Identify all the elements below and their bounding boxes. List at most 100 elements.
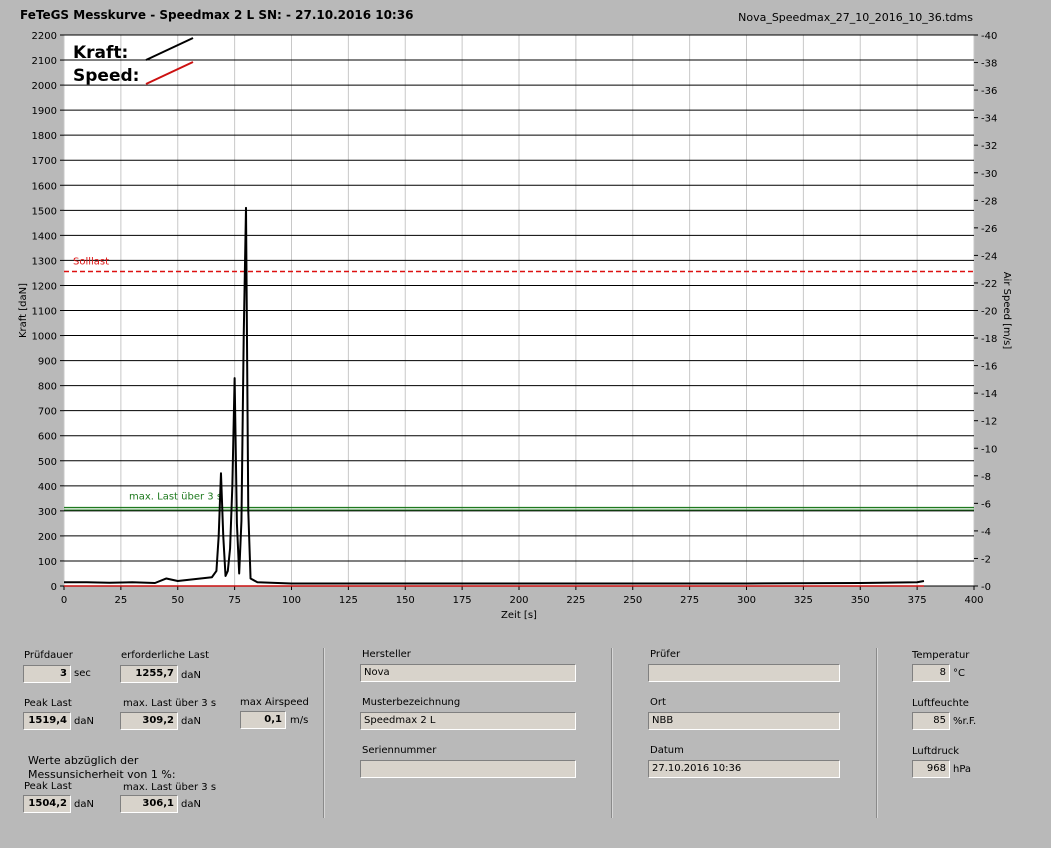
y-tick-label: 500	[38, 457, 57, 468]
y2-tick-label: -20	[981, 307, 997, 318]
y-tick-label: 400	[38, 482, 57, 493]
luftdruck-field: 968	[912, 760, 950, 778]
max-airspeed-field: 0,1	[240, 711, 286, 729]
y-tick-label: 100	[38, 557, 57, 568]
y-tick-label: 1700	[32, 156, 57, 167]
hersteller-field[interactable]: Nova	[360, 664, 576, 682]
luftdruck-label: Luftdruck	[912, 746, 960, 757]
peak-last-label: Peak Last	[24, 698, 72, 709]
peak-last-corr-unit: daN	[74, 799, 94, 810]
y-tick-label: 800	[38, 382, 57, 393]
y2-tick-label: -32	[981, 141, 997, 152]
x-tick-label: 325	[794, 595, 813, 606]
max-last-corr-unit: daN	[181, 799, 201, 810]
x-tick-label: 25	[115, 595, 128, 606]
y-tick-label: 1100	[32, 307, 57, 318]
separator	[323, 648, 324, 818]
y2-tick-label: -6	[981, 499, 991, 510]
luftfeuchte-field: 85	[912, 712, 950, 730]
y-tick-label: 0	[51, 582, 57, 593]
y-tick-label: 900	[38, 357, 57, 368]
erforderliche-last-unit: daN	[181, 670, 201, 681]
max-last-corr-label: max. Last über 3 s	[123, 782, 217, 793]
x-tick-label: 75	[228, 595, 241, 606]
legend-kraft-label: Kraft:	[73, 43, 128, 63]
temperatur-field: 8	[912, 664, 950, 682]
y2-tick-label: -28	[981, 196, 997, 207]
y2-tick-label: -16	[981, 362, 997, 373]
y2-tick-label: -26	[981, 224, 997, 235]
hersteller-label: Hersteller	[362, 649, 411, 660]
x-tick-label: 50	[171, 595, 184, 606]
werte-note-line1: Werte abzüglich der	[28, 754, 139, 767]
pruefdauer-unit: sec	[74, 668, 91, 679]
y-tick-label: 1800	[32, 131, 57, 142]
y2-tick-label: -12	[981, 417, 997, 428]
luftfeuchte-unit: %r.F.	[953, 716, 977, 727]
x-tick-label: 250	[623, 595, 642, 606]
max-airspeed-unit: m/s	[290, 715, 309, 726]
x-tick-label: 125	[339, 595, 358, 606]
musterbezeichnung-field[interactable]: Speedmax 2 L	[360, 712, 576, 730]
y-tick-label: 300	[38, 507, 57, 518]
separator	[611, 648, 612, 818]
x-axis-label: Zeit [s]	[501, 610, 537, 621]
max-airspeed-label: max Airspeed	[240, 697, 309, 708]
y2-tick-label: -30	[981, 169, 997, 180]
y2-tick-label: -2	[981, 554, 991, 565]
y-tick-label: 1000	[32, 332, 57, 343]
separator	[876, 648, 877, 818]
y2-tick-label: -22	[981, 279, 997, 290]
werte-note-line2: Messunsicherheit von 1 %:	[28, 768, 176, 781]
max-last-line-label: max. Last über 3 s	[129, 492, 222, 503]
y-tick-label: 1600	[32, 181, 57, 192]
y2-tick-label: -14	[981, 389, 997, 400]
pruefdauer-label: Prüfdauer	[24, 650, 73, 661]
y2-tick-label: -38	[981, 59, 997, 70]
solllast-label: Solllast	[73, 257, 109, 268]
datum-label: Datum	[650, 745, 684, 756]
pruefer-field[interactable]	[648, 664, 840, 682]
pruefer-label: Prüfer	[650, 649, 681, 660]
luftdruck-unit: hPa	[953, 764, 972, 775]
y2-tick-label: -40	[981, 31, 997, 42]
x-tick-label: 275	[680, 595, 699, 606]
y2-tick-label: -10	[981, 444, 997, 455]
temperatur-label: Temperatur	[912, 650, 970, 661]
y-tick-label: 1200	[32, 281, 57, 292]
y2-tick-label: -36	[981, 86, 997, 97]
y2-tick-label: -34	[981, 114, 997, 125]
y-tick-label: 700	[38, 407, 57, 418]
y-tick-label: 1500	[32, 206, 57, 217]
x-tick-label: 400	[964, 595, 983, 606]
peak-last-corr-label: Peak Last	[24, 781, 72, 792]
y-tick-label: 1400	[32, 231, 57, 242]
ort-field[interactable]: NBB	[648, 712, 840, 730]
x-tick-label: 200	[509, 595, 528, 606]
chart: 0 25 50 75 100 125 150 175 200 225 250 275 300 325 350…	[18, 31, 1012, 621]
y-axis-label: Kraft [daN]	[18, 283, 29, 338]
y-tick-label: 2100	[32, 56, 57, 67]
max-last-field: 309,2	[120, 712, 178, 730]
pruefdauer-field: 3	[23, 665, 71, 683]
x-tick-label: 175	[453, 595, 472, 606]
x-tick-label: 375	[908, 595, 927, 606]
y-tick-label: 1300	[32, 256, 57, 267]
seriennummer-field[interactable]	[360, 760, 576, 778]
x-tick-label: 225	[566, 595, 585, 606]
musterbezeichnung-label: Musterbezeichnung	[362, 697, 461, 708]
legend-speed-label: Speed:	[73, 66, 139, 86]
y-tick-label: 2200	[32, 31, 57, 42]
peak-last-unit: daN	[74, 716, 94, 727]
x-tick-label: 0	[61, 595, 67, 606]
x-tick-label: 300	[737, 595, 756, 606]
y2-tick-label: -0	[981, 582, 991, 593]
y-tick-label: 200	[38, 532, 57, 543]
y2-axis-label: Air Speed [m/s]	[1001, 272, 1012, 350]
erforderliche-last-label: erforderliche Last	[121, 650, 210, 661]
y2-tick-label: -4	[981, 527, 991, 538]
datum-field[interactable]: 27.10.2016 10:36	[648, 760, 840, 778]
peak-last-field: 1519,4	[23, 712, 71, 730]
ort-label: Ort	[650, 697, 666, 708]
y2-tick-label: -18	[981, 334, 997, 345]
